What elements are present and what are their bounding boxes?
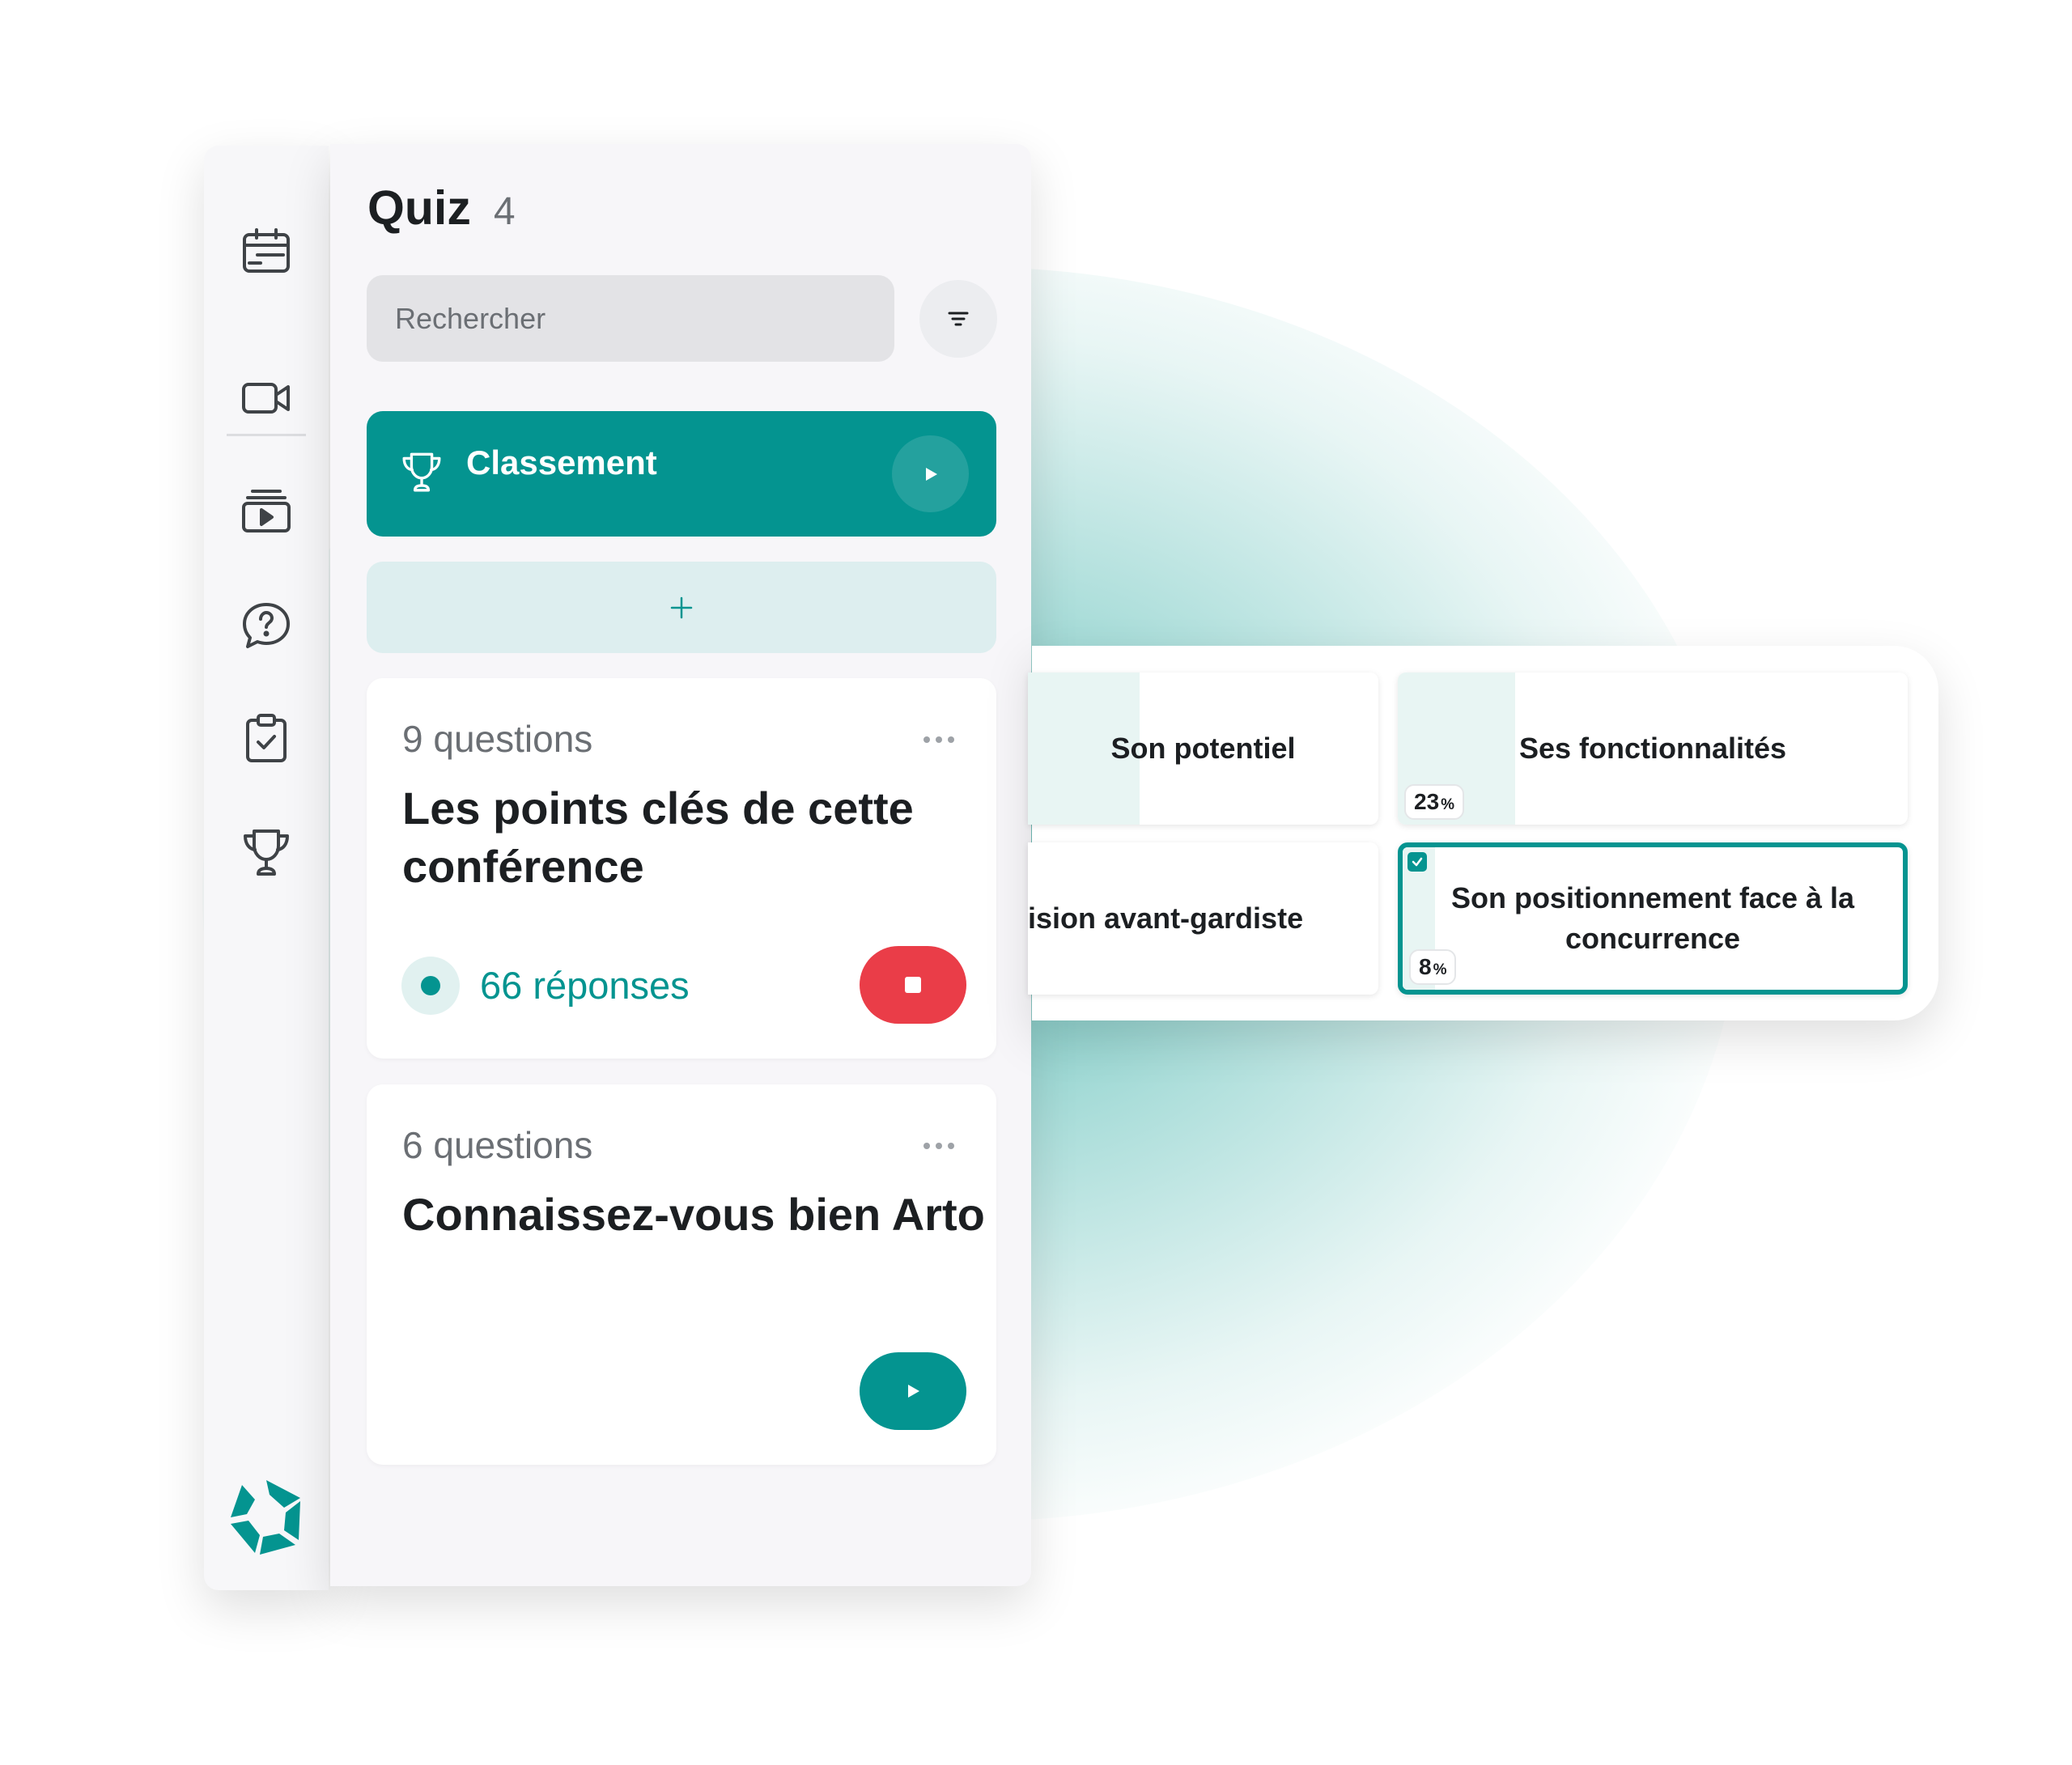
play-icon xyxy=(925,467,937,481)
quiz-count: 4 xyxy=(493,190,516,233)
media-play-icon[interactable] xyxy=(204,478,329,543)
quiz-panel: Quiz 4 Rechercher Classement 9 questions… xyxy=(330,144,1031,1586)
page-title: Quiz xyxy=(367,181,471,235)
trophy-icon[interactable] xyxy=(204,821,329,885)
answer-text: Ses fonctionnalités xyxy=(1518,732,1787,765)
checkmark-icon xyxy=(1408,852,1427,872)
question-count: 6 questions xyxy=(402,1124,593,1166)
live-indicator-icon xyxy=(401,957,460,1015)
more-options-icon[interactable] xyxy=(923,736,954,743)
add-quiz-button[interactable] xyxy=(367,562,996,653)
classement-play-button[interactable] xyxy=(892,435,969,512)
question-bubble-icon[interactable] xyxy=(204,593,329,658)
plus-icon xyxy=(670,596,693,618)
answer-option-selected[interactable]: Son positionnement face à la concurrence… xyxy=(1398,842,1908,995)
percent-badge: 8% xyxy=(1409,949,1457,985)
answer-text: ision avant-gardiste xyxy=(1028,902,1304,935)
search-input[interactable]: Rechercher xyxy=(367,275,894,362)
quiz-card[interactable]: 6 questions Connaissez-vous bien Arto xyxy=(367,1084,996,1465)
responses-count: 66 réponses xyxy=(480,964,690,1007)
clipboard-check-icon[interactable] xyxy=(204,706,329,770)
quiz-title: Les points clés de cette conférence xyxy=(402,783,914,892)
quiz-card[interactable]: 9 questions Les points clés de cette con… xyxy=(367,678,996,1059)
stop-button[interactable] xyxy=(860,946,966,1024)
answer-option[interactable]: ision avant-gardiste xyxy=(1028,842,1378,995)
search-placeholder: Rechercher xyxy=(395,301,546,335)
classement-button[interactable]: Classement xyxy=(367,411,996,537)
filter-icon xyxy=(948,312,969,326)
play-icon xyxy=(908,1385,919,1398)
answer-text: Son positionnement face à la concurrence xyxy=(1450,881,1855,955)
sidebar-divider xyxy=(227,434,306,436)
answer-option[interactable]: Son potentiel xyxy=(1028,672,1378,825)
answers-panel: Son potentiel Ses fonctionnalités 23% is… xyxy=(1028,646,1938,1020)
video-camera-icon[interactable] xyxy=(204,366,329,431)
app-logo xyxy=(204,1473,329,1562)
filter-button[interactable] xyxy=(919,280,997,358)
trophy-icon xyxy=(402,452,441,492)
question-count: 9 questions xyxy=(402,718,593,760)
calendar-icon[interactable] xyxy=(204,219,329,283)
classement-label: Classement xyxy=(466,443,657,482)
sidebar xyxy=(204,146,329,1590)
more-options-icon[interactable] xyxy=(923,1143,954,1149)
quiz-title: Connaissez-vous bien Arto xyxy=(402,1189,985,1240)
title-row: Quiz 4 xyxy=(367,180,516,235)
stop-icon xyxy=(905,977,921,993)
answer-text: Son potentiel xyxy=(1110,732,1296,765)
percent-badge: 23% xyxy=(1404,784,1465,820)
start-button[interactable] xyxy=(860,1352,966,1430)
answer-option[interactable]: Ses fonctionnalités 23% xyxy=(1398,672,1908,825)
